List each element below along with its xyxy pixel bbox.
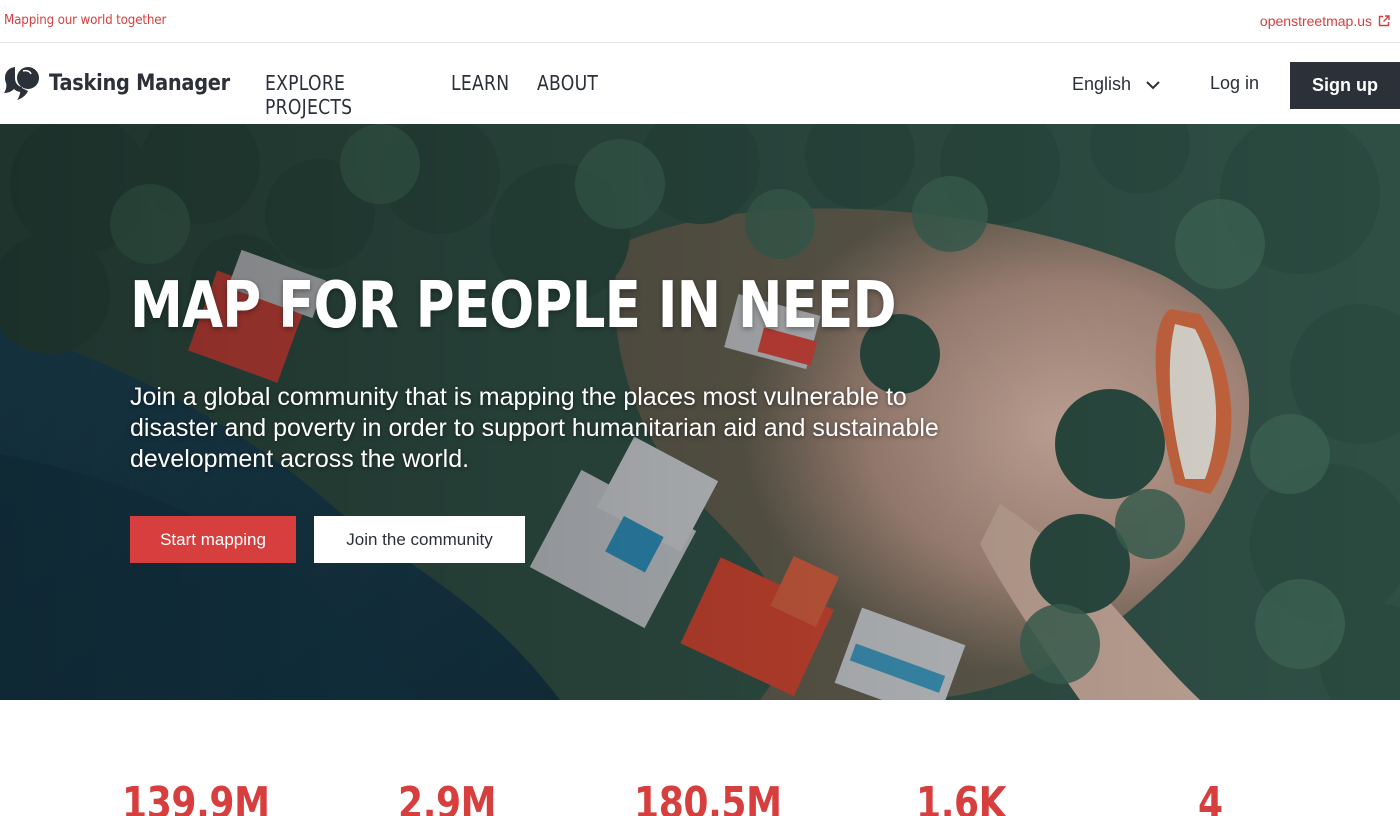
stat-value: 1.6K bbox=[916, 778, 1007, 816]
osm-link[interactable]: openstreetmap.us bbox=[1260, 13, 1390, 29]
main-nav: Tasking Manager EXPLORE PROJECTS LEARN A… bbox=[0, 43, 1400, 124]
primary-menu: EXPLORE PROJECTS LEARN ABOUT bbox=[265, 71, 608, 119]
signup-button[interactable]: Sign up bbox=[1290, 62, 1400, 109]
hero-content: MAP FOR PEOPLE IN NEED Join a global com… bbox=[130, 274, 1053, 475]
hero-title: MAP FOR PEOPLE IN NEED bbox=[130, 269, 897, 343]
top-strip: Mapping our world together openstreetmap… bbox=[0, 0, 1400, 43]
login-link[interactable]: Log in bbox=[1210, 73, 1259, 94]
stat-value: 139.9M bbox=[122, 778, 270, 816]
stat-value: 2.9M bbox=[398, 778, 497, 816]
nav-about[interactable]: ABOUT bbox=[537, 71, 598, 119]
brand[interactable]: Tasking Manager bbox=[3, 65, 255, 101]
stat-value: 4 bbox=[1198, 778, 1223, 816]
hero-subtitle: Join a global community that is mapping … bbox=[130, 383, 939, 473]
nav-learn[interactable]: LEARN bbox=[451, 71, 509, 119]
nav-explore-projects[interactable]: EXPLORE PROJECTS bbox=[265, 71, 394, 119]
brand-name: Tasking Manager bbox=[49, 70, 230, 96]
external-link-icon bbox=[1378, 15, 1390, 27]
stat-value: 180.5M bbox=[634, 778, 782, 816]
chevron-down-icon bbox=[1146, 80, 1160, 89]
osm-link-label: openstreetmap.us bbox=[1259, 13, 1372, 29]
hero-section: MAP FOR PEOPLE IN NEED Join a global com… bbox=[0, 124, 1400, 700]
stats-section: 139.9M 2.9M 180.5M 1.6K 4 bbox=[0, 700, 1400, 816]
tasking-manager-logo-icon bbox=[4, 67, 39, 100]
hero-buttons: Start mapping Join the community bbox=[130, 516, 525, 563]
language-selector[interactable]: English bbox=[1072, 74, 1161, 95]
start-mapping-button[interactable]: Start mapping bbox=[130, 516, 296, 563]
join-community-button[interactable]: Join the community bbox=[314, 516, 525, 563]
tagline: Mapping our world together bbox=[4, 13, 167, 28]
language-label: English bbox=[1072, 74, 1132, 94]
